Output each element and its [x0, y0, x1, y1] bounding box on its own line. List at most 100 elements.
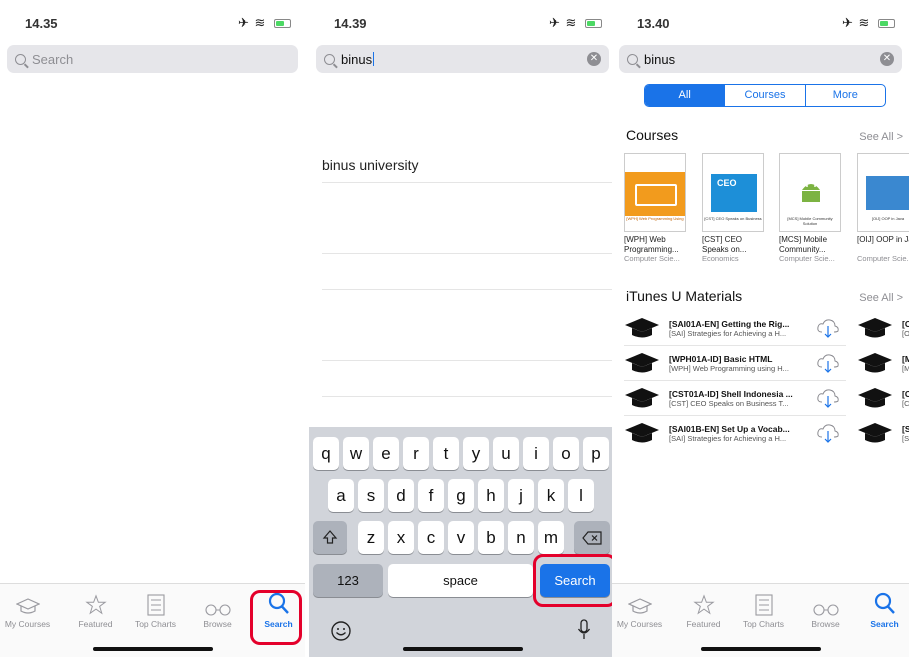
cover-caption: [MCS] Mobile Community Solution [787, 216, 833, 226]
wifi-icon: ≋ [858, 15, 871, 30]
microphone-icon[interactable] [577, 619, 591, 646]
status-time: 13.40 [637, 16, 670, 31]
tab-my-courses[interactable]: My Courses [0, 584, 55, 629]
material-item[interactable]: [SAI01A-EN] Getting the Rig... [SAI] Str… [624, 311, 846, 346]
search-input[interactable]: binus ✕ [619, 45, 902, 73]
key-t[interactable]: t [433, 437, 459, 470]
empty-row [322, 362, 616, 397]
key-e[interactable]: e [373, 437, 399, 470]
key-g[interactable]: g [448, 479, 474, 512]
segmented-control: All Courses More [644, 84, 886, 107]
key-v[interactable]: v [448, 521, 474, 554]
key-d[interactable]: d [388, 479, 414, 512]
key-h[interactable]: h [478, 479, 504, 512]
cloud-download-icon[interactable] [816, 352, 840, 374]
star-icon [68, 584, 123, 616]
tab-top-charts[interactable]: Top Charts [736, 584, 791, 629]
course-category: Computer Scie... [779, 254, 835, 263]
material-item-peek[interactable]: [S [S [857, 416, 909, 451]
tab-featured[interactable]: Featured [676, 584, 731, 629]
material-item[interactable]: [SAI01B-EN] Set Up a Vocab... [SAI] Stra… [624, 416, 846, 451]
key-s[interactable]: s [358, 479, 384, 512]
key-l[interactable]: l [568, 479, 594, 512]
cloud-download-icon[interactable] [816, 387, 840, 409]
course-card[interactable]: [OIJ] OOP in Java [OIJ] OOP in Java Comp… [857, 153, 909, 263]
tab-my-courses[interactable]: My Courses [612, 584, 667, 629]
home-indicator [700, 647, 821, 651]
tab-label: Featured [78, 619, 113, 629]
graduation-cap-icon [625, 388, 659, 408]
cloud-download-icon[interactable] [816, 317, 840, 339]
graduation-cap-icon [625, 353, 659, 373]
empty-row [322, 326, 616, 361]
search-input[interactable]: binus ✕ [316, 45, 609, 73]
android-icon [802, 184, 820, 202]
course-card[interactable]: [MCS] Mobile Community Solution [MCS] Mo… [779, 153, 844, 263]
shift-key[interactable] [313, 521, 347, 554]
course-card[interactable]: [WPH] Web Programming Using [WPH] Web Pr… [624, 153, 689, 263]
see-all-courses-link[interactable]: See All > [859, 131, 903, 143]
graduation-cap-icon [858, 388, 892, 408]
space-key[interactable]: space [388, 564, 533, 597]
panel-search-results: 13.40 ✈ ≋ binus ✕ All Courses More Cours… [612, 0, 909, 657]
key-y[interactable]: y [463, 437, 489, 470]
search-input[interactable]: Search [7, 45, 298, 73]
see-all-materials-link[interactable]: See All > [859, 292, 903, 304]
course-name: [MCS] Mobile Community... [779, 235, 828, 254]
graduation-cap-icon [858, 318, 892, 338]
status-time: 14.35 [25, 16, 58, 31]
key-u[interactable]: u [493, 437, 519, 470]
tab-browse[interactable]: Browse [190, 584, 245, 629]
graduation-cap-icon [625, 423, 659, 443]
material-item-peek[interactable]: [C [C [857, 381, 909, 416]
tab-label: Search [870, 619, 899, 629]
material-subtitle: [O [902, 329, 909, 338]
html-css-icon [635, 184, 677, 206]
status-time: 14.39 [334, 16, 367, 31]
key-i[interactable]: i [523, 437, 549, 470]
numbers-key[interactable]: 123 [313, 564, 383, 597]
key-j[interactable]: j [508, 479, 534, 512]
material-item-peek[interactable]: [O [O [857, 311, 909, 346]
suggestion-item[interactable]: binus university [322, 148, 616, 183]
key-n[interactable]: n [508, 521, 534, 554]
key-m[interactable]: m [538, 521, 564, 554]
panel-search-typing: 14.39 ✈ ≋ binus ✕ binus university q w e… [309, 0, 616, 657]
material-item[interactable]: [CST01A-ID] Shell Indonesia ... [CST] CE… [624, 381, 846, 416]
key-w[interactable]: w [343, 437, 369, 470]
key-k[interactable]: k [538, 479, 564, 512]
clear-icon[interactable]: ✕ [587, 52, 601, 66]
key-c[interactable]: c [418, 521, 444, 554]
section-title-courses: Courses [626, 127, 679, 143]
tab-label: My Courses [616, 619, 663, 629]
clear-icon[interactable]: ✕ [880, 52, 894, 66]
key-q[interactable]: q [313, 437, 339, 470]
material-title: [SAI01A-EN] Getting the Rig... [669, 319, 790, 329]
course-card[interactable]: CEO [CST] CEO Speaks on Business [CST] C… [702, 153, 767, 263]
key-b[interactable]: b [478, 521, 504, 554]
battery-icon [585, 19, 602, 29]
tab-featured[interactable]: Featured [68, 584, 123, 629]
key-o[interactable]: o [553, 437, 579, 470]
material-item-peek[interactable]: [M [M [857, 346, 909, 381]
key-f[interactable]: f [418, 479, 444, 512]
segment-courses[interactable]: Courses [725, 85, 806, 106]
wifi-icon: ≋ [565, 15, 578, 30]
course-category: Economics [702, 254, 739, 263]
tab-top-charts[interactable]: Top Charts [128, 584, 183, 629]
search-placeholder: Search [32, 51, 74, 67]
segment-all[interactable]: All [645, 85, 726, 106]
tab-browse[interactable]: Browse [798, 584, 853, 629]
key-z[interactable]: z [358, 521, 384, 554]
key-r[interactable]: r [403, 437, 429, 470]
material-item[interactable]: [WPH01A-ID] Basic HTML [WPH] Web Program… [624, 346, 846, 381]
key-x[interactable]: x [388, 521, 414, 554]
graduation-cap-icon [0, 584, 55, 616]
delete-key[interactable] [574, 521, 610, 554]
key-p[interactable]: p [583, 437, 609, 470]
segment-more[interactable]: More [806, 85, 885, 106]
key-a[interactable]: a [328, 479, 354, 512]
cloud-download-icon[interactable] [816, 422, 840, 444]
tab-search[interactable]: Search [857, 584, 909, 629]
emoji-icon[interactable] [330, 620, 352, 647]
